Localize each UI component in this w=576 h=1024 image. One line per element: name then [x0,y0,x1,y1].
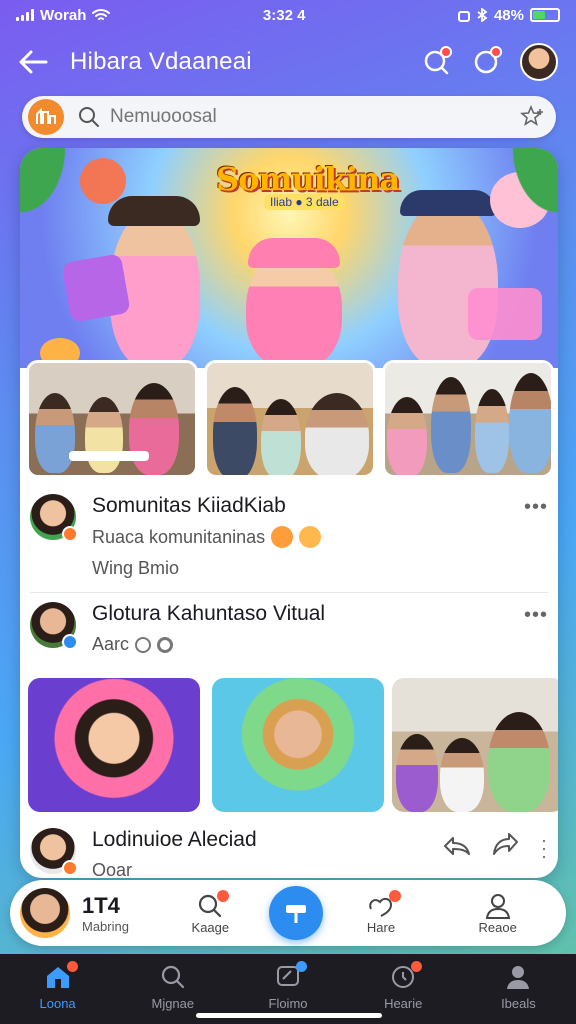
search-icon [161,965,184,989]
gallery-photo[interactable] [392,678,558,812]
tab-chat[interactable]: Floimo [230,961,345,1011]
more-options-icon[interactable]: ••• [524,604,548,627]
post-author: Lodinuioe Aleciad [92,828,257,851]
app-logo [28,99,64,135]
photo-thumbnail[interactable] [382,360,554,478]
tab-label: Floimo [268,996,308,1011]
tab-label: Loona [39,996,76,1011]
quick-profile-label: Reaoe [478,919,517,935]
toy-shape [61,253,131,323]
counter-label: Mabring [82,918,129,934]
tab-label: Mjgnae [151,996,195,1011]
post-meta: Ruaca komunitaninas [92,526,266,547]
back-arrow-icon[interactable] [18,50,48,74]
tab-search[interactable]: Mjgnae [115,964,230,1011]
badge-icon [62,860,78,876]
feed-card: Somuikina Iliab ● 3 dale Somunitas Kiiad… [20,148,558,878]
post-author: Somunitas KiiadKiab [92,494,286,517]
post-meta: Aarc [92,634,130,654]
hero-sub-label: Iliab ● 3 dale [264,194,345,210]
wifi-icon [92,9,111,20]
leaf-decoration [488,148,558,248]
post-item[interactable]: Glotura Kahuntaso Vitual Aarc ••• [20,602,558,655]
quick-search-button[interactable]: Kaage [152,889,269,935]
search-button[interactable] [418,44,454,80]
notification-dot [490,46,502,58]
hat-shape [248,238,340,268]
search-icon [79,107,99,127]
battery-percent: 48% [493,6,524,24]
profile-icon [507,966,530,989]
emoji-icon [271,526,294,548]
badge-icon [62,526,78,542]
signpost-icon [285,905,306,923]
hat-shape [108,196,200,226]
notification-dot [389,889,401,902]
bluetooth-icon [477,8,488,22]
page-title: Hibara Vdaaneai [70,48,252,75]
clock: 3:32 4 [262,6,306,24]
toy-shape [468,288,542,340]
post-meta: Ooar [92,860,133,878]
badge-icon [62,634,78,650]
photo-thumbnail[interactable] [204,360,376,478]
profile-avatar[interactable] [520,43,558,81]
more-vertical-icon[interactable]: · · · [541,831,548,865]
notification-dot [296,961,307,972]
tab-home[interactable]: Loona [0,961,115,1011]
avatar[interactable] [30,494,78,542]
tab-notifications[interactable]: Hearie [346,961,461,1011]
status-bar: Worah 3:32 4 48% [0,0,576,30]
more-options-icon[interactable]: ••• [524,496,548,519]
battery-icon [529,8,560,22]
quick-heart-button[interactable]: Hare [323,889,440,935]
tab-label: Ibeals [501,996,536,1011]
hero-banner[interactable]: Somuikina Iliab ● 3 dale [20,148,558,368]
carrier-label: Worah [40,6,87,24]
clock-icon [135,636,152,653]
quick-heart-label: Hare [366,919,396,935]
avatar[interactable] [30,602,78,650]
signal-icon [16,9,34,21]
avatar[interactable] [20,888,70,938]
quick-actions-bar: 1T4 Mabring Kaage Hare Reaoe [10,880,566,946]
post-author: Glotura Kahuntaso Vitual [92,602,326,625]
quick-profile-button[interactable]: Reaoe [439,892,556,935]
favorite-star-icon[interactable] [520,105,546,129]
search-input[interactable] [110,106,520,128]
app-header: Hibara Vdaaneai [0,38,576,86]
hero-figure [398,198,498,368]
hat-shape [400,190,496,216]
repost-icon[interactable] [441,832,473,858]
emoji-icon [299,526,322,548]
notifications-button[interactable] [468,44,504,80]
share-icon[interactable] [491,832,521,858]
hero-brand-title: Somuikina [216,160,400,198]
create-post-button[interactable] [268,886,323,940]
alarm-icon [457,11,470,22]
notification-dot [66,961,78,972]
post-sub: Wing Bmio [92,558,180,578]
tab-label: Hearie [384,996,423,1011]
counter-block: 1T4 Mabring [82,893,152,934]
notification-dot [217,889,230,902]
person-icon [485,893,510,919]
globe-icon [157,636,174,653]
gallery-photo[interactable] [28,678,200,812]
tab-profile[interactable]: Ibeals [461,964,576,1011]
search-bar [22,96,556,138]
post-item[interactable]: Somunitas KiiadKiab Ruaca komunitaninas … [20,494,558,579]
gallery-photo[interactable] [212,678,384,812]
home-indicator[interactable] [196,1013,382,1018]
divider [30,592,548,593]
notification-dot [411,961,423,972]
leaf-decoration [20,148,90,248]
avatar[interactable] [30,828,78,876]
quick-search-label: Kaage [191,919,230,935]
photo-thumbnail[interactable] [26,360,198,478]
post-item[interactable]: Lodinuioe Aleciad Ooar · · · [20,828,558,878]
notification-dot [440,46,452,58]
counter-value: 1T4 [82,892,120,918]
